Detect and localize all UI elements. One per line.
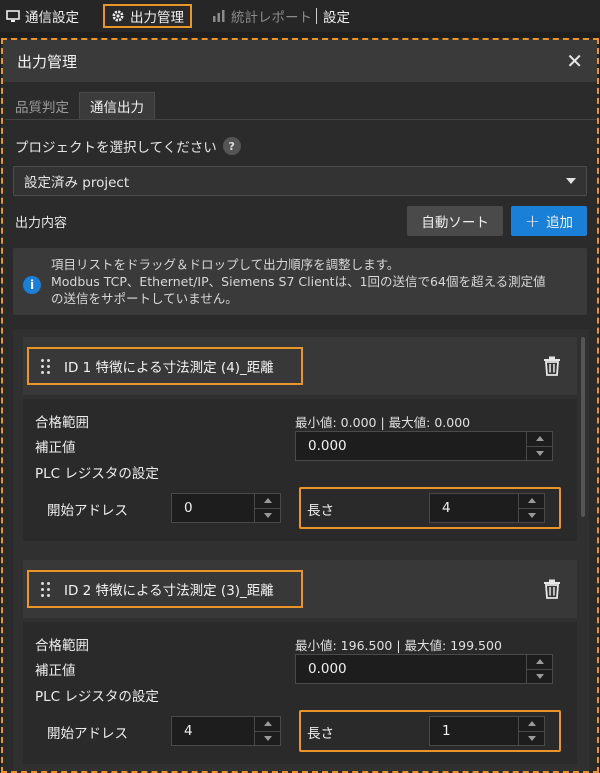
monitor-icon [6,10,20,22]
min-max-value: 最小値: 0.000 | 最大値: 0.000 [295,415,471,430]
output-item-body: 合格範囲 最小値: 196.500 | 最大値: 199.500 補正値 0.0… [23,622,577,764]
drag-handle-icon[interactable] [41,358,50,374]
add-button[interactable]: + 追加 [510,206,587,236]
output-mgmt-dialog: 出力管理 ✕ 品質判定 通信出力 プロジェクトを選択してください ? 設定済み … [1,38,599,773]
menu-output-mgmt-label: 出力管理 [130,10,184,26]
tab-quality-judgement[interactable]: 品質判定 [5,92,79,119]
output-buttons: 自動ソート + 追加 [407,206,587,236]
arrow-down-icon[interactable] [527,735,536,741]
tab-comm-output[interactable]: 通信出力 [79,92,155,119]
offset-stepper[interactable] [526,655,552,683]
start-address-stepper[interactable] [254,717,280,745]
length-value: 1 [442,723,451,739]
output-item-title[interactable]: ID 2 特徴による寸法測定 (3)_距離 [27,570,303,608]
length-value: 4 [442,500,451,516]
chevron-down-icon [566,178,576,184]
arrow-up-icon[interactable] [535,659,544,665]
menu-bar: 通信設定 出力管理 統計レポート 設定 [0,0,600,32]
offset-input[interactable]: 0.000 [295,431,553,461]
output-item-title-text: ID 2 特徴による寸法測定 (3)_距離 [64,583,274,599]
offset-input[interactable]: 0.000 [295,654,553,684]
menu-output-mgmt[interactable]: 出力管理 [103,4,192,28]
output-content-label: 出力内容 [15,215,68,231]
menu-comm-settings-label: 通信設定 [25,10,79,26]
start-address-value: 4 [184,723,193,739]
pass-range-label: 合格範囲 [35,638,89,654]
info-line: 項目リストをドラッグ＆ドロップして出力順序を調整します。 [51,257,400,272]
output-item-list: ID 1 特徴による寸法測定 (4)_距離 合格範囲 最小値: 0.000 | … [13,329,589,771]
info-line: Modbus TCP、Ethernet/IP、Siemens S7 Client… [51,274,546,289]
gear-icon [112,10,124,22]
arrow-down-icon[interactable] [535,673,544,679]
menu-comm-settings[interactable]: 通信設定 [0,4,85,28]
start-address-input[interactable]: 4 [171,716,281,746]
arrow-up-icon[interactable] [527,721,536,727]
offset-value: 0.000 [308,438,347,454]
info-line: の送信をサポートしていません。 [51,291,238,306]
start-address-value: 0 [184,500,193,516]
output-item: ID 2 特徴による寸法測定 (3)_距離 合格範囲 最小値: 196.500 … [23,560,577,764]
plus-icon: + [524,210,540,232]
help-icon[interactable]: ? [222,137,241,155]
start-address-label: 開始アドレス [47,726,128,742]
arrow-up-icon[interactable] [263,498,272,504]
dialog-title: 出力管理 [17,52,78,71]
scrollbar[interactable] [581,337,585,517]
start-address-input[interactable]: 0 [171,493,281,523]
length-input[interactable]: 4 [429,493,545,523]
output-content-row: 出力内容 自動ソート + 追加 [15,206,587,236]
offset-stepper[interactable] [526,432,552,460]
menu-settings-label: 設定 [323,10,350,26]
start-address-label: 開始アドレス [47,503,128,519]
trash-icon[interactable] [543,579,561,599]
offset-label: 補正値 [35,663,76,679]
offset-value: 0.000 [308,661,347,677]
length-label: 長さ [307,726,334,742]
length-label: 長さ [307,503,334,519]
close-icon[interactable]: ✕ [566,51,583,71]
length-stepper[interactable] [518,717,544,745]
menu-stats-report[interactable]: 統計レポート [206,4,316,28]
menu-settings[interactable]: 設定 [321,4,356,28]
output-item-title-text: ID 1 特徴による寸法測定 (4)_距離 [64,360,274,376]
arrow-down-icon[interactable] [263,512,272,518]
arrow-down-icon[interactable] [527,512,536,518]
menu-separator [316,8,317,24]
menu-stats-report-label: 統計レポート [231,10,312,26]
arrow-down-icon[interactable] [535,450,544,456]
offset-label: 補正値 [35,440,76,456]
auto-sort-button[interactable]: 自動ソート [407,206,503,236]
output-item: ID 1 特徴による寸法測定 (4)_距離 合格範囲 最小値: 0.000 | … [23,337,577,541]
trash-icon[interactable] [543,356,561,376]
arrow-down-icon[interactable] [263,735,272,741]
output-item-header[interactable]: ID 1 特徴による寸法測定 (4)_距離 [23,337,577,395]
dialog-header: 出力管理 ✕ [3,40,597,82]
project-label: プロジェクトを選択してください [15,140,217,156]
arrow-up-icon[interactable] [535,436,544,442]
length-input[interactable]: 1 [429,716,545,746]
tab-bar: 品質判定 通信出力 [5,92,597,120]
project-select[interactable]: 設定済み project [13,166,587,196]
arrow-up-icon[interactable] [527,498,536,504]
output-item-title[interactable]: ID 1 特徴による寸法測定 (4)_距離 [27,347,303,385]
output-item-header[interactable]: ID 2 特徴による寸法測定 (3)_距離 [23,560,577,618]
drag-handle-icon[interactable] [41,581,50,597]
start-address-stepper[interactable] [254,494,280,522]
chart-icon [213,10,225,22]
info-icon: i [23,276,41,294]
add-button-label: 追加 [546,215,573,231]
length-stepper[interactable] [518,494,544,522]
project-select-value: 設定済み project [24,175,130,191]
plc-register-label: PLC レジスタの設定 [35,466,159,482]
output-item-body: 合格範囲 最小値: 0.000 | 最大値: 0.000 補正値 0.000 P… [23,399,577,541]
info-banner: i 項目リストをドラッグ＆ドロップして出力順序を調整します。 Modbus TC… [13,248,587,315]
info-text: 項目リストをドラッグ＆ドロップして出力順序を調整します。 Modbus TCP、… [51,256,546,307]
arrow-up-icon[interactable] [263,721,272,727]
min-max-value: 最小値: 196.500 | 最大値: 199.500 [295,638,502,653]
pass-range-label: 合格範囲 [35,415,89,431]
project-label-row: プロジェクトを選択してください ? [15,136,597,156]
plc-register-label: PLC レジスタの設定 [35,689,159,705]
